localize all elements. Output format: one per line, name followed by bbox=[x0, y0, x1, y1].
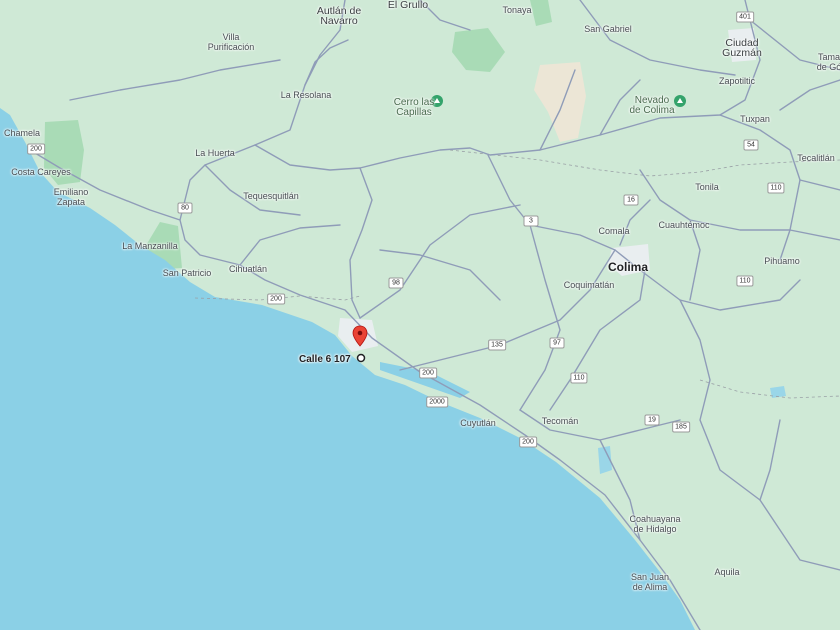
place-label[interactable]: Ciudad Guzmán bbox=[722, 38, 762, 59]
place-label[interactable]: Chamela bbox=[4, 128, 40, 138]
highway-shield-icon: 110 bbox=[570, 372, 588, 384]
place-label[interactable]: Costa Careyes bbox=[11, 167, 71, 177]
place-label[interactable]: San Juan de Alima bbox=[631, 572, 669, 592]
place-label[interactable]: Tama de Gó bbox=[817, 52, 840, 72]
mountain-icon[interactable] bbox=[674, 95, 686, 107]
highway-shield-icon: 401 bbox=[736, 11, 754, 23]
place-label[interactable]: Comala bbox=[598, 226, 629, 236]
place-label[interactable]: Coquimatlán bbox=[564, 280, 615, 290]
place-label[interactable]: Cihuatlán bbox=[229, 264, 267, 274]
place-label[interactable]: Tequesquitlán bbox=[243, 191, 299, 201]
map-canvas[interactable] bbox=[0, 0, 840, 630]
highway-shield-icon: 110 bbox=[767, 182, 785, 194]
place-label[interactable]: Coahuayana de Hidalgo bbox=[629, 514, 680, 534]
place-label[interactable]: La Huerta bbox=[195, 148, 235, 158]
highway-shield-icon: 3 bbox=[523, 215, 539, 227]
poi-label[interactable]: Cerro las Capillas bbox=[394, 98, 435, 118]
place-label[interactable]: El Grullo bbox=[388, 0, 428, 10]
place-label[interactable]: La Manzanilla bbox=[122, 241, 178, 251]
highway-shield-icon: 19 bbox=[644, 414, 660, 426]
highway-shield-icon: 54 bbox=[743, 139, 759, 151]
highway-shield-icon: 16 bbox=[623, 194, 639, 206]
place-label[interactable]: Villa Purificación bbox=[208, 32, 255, 52]
highway-shield-icon: 200 bbox=[419, 367, 437, 379]
highway-shield-icon: 2000 bbox=[426, 396, 448, 408]
place-label[interactable]: San Patricio bbox=[163, 268, 212, 278]
highway-shield-icon: 98 bbox=[388, 277, 404, 289]
place-label[interactable]: Autlán de Navarro bbox=[317, 6, 361, 27]
highway-shield-icon: 97 bbox=[549, 337, 565, 349]
place-label[interactable]: Cuyutlán bbox=[460, 418, 496, 428]
highway-shield-icon: 200 bbox=[519, 436, 537, 448]
highway-shield-icon: 200 bbox=[27, 143, 45, 155]
highway-shield-icon: 135 bbox=[488, 339, 506, 351]
pin-label[interactable]: Calle 6 107 bbox=[299, 355, 351, 365]
highway-shield-icon: 200 bbox=[267, 293, 285, 305]
place-label[interactable]: Tecalitlán bbox=[797, 153, 835, 163]
place-label[interactable]: Emiliano Zapata bbox=[54, 187, 89, 207]
highway-shield-icon: 185 bbox=[672, 421, 690, 433]
place-label[interactable]: Aquila bbox=[714, 567, 739, 577]
poi-label[interactable]: Nevado de Colima bbox=[629, 96, 674, 116]
place-label[interactable]: Zapotiltic bbox=[719, 76, 755, 86]
place-label[interactable]: Tecomán bbox=[542, 416, 579, 426]
place-label[interactable]: Colima bbox=[608, 261, 648, 273]
place-label[interactable]: San Gabriel bbox=[584, 24, 632, 34]
place-label[interactable]: Tonila bbox=[695, 182, 719, 192]
place-label[interactable]: Tonaya bbox=[502, 5, 531, 15]
place-label[interactable]: Tuxpan bbox=[740, 114, 770, 124]
place-label[interactable]: La Resolana bbox=[281, 90, 332, 100]
highway-shield-icon: 110 bbox=[736, 275, 754, 287]
highway-shield-icon: 80 bbox=[177, 202, 193, 214]
place-label[interactable]: Cuauhtémoc bbox=[658, 220, 709, 230]
place-label[interactable]: Pihuamo bbox=[764, 256, 800, 266]
